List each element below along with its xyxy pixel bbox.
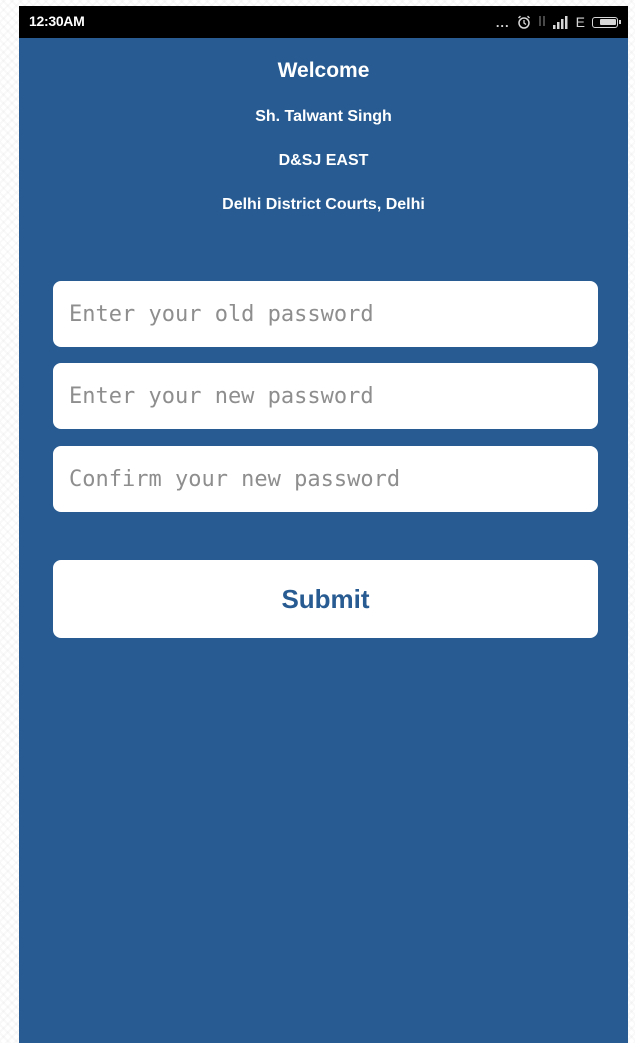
battery-icon [592, 16, 621, 28]
data-arrows-icon [538, 14, 546, 31]
signal-icon [552, 15, 569, 29]
user-name: Sh. Talwant Singh [255, 108, 392, 125]
court-name: Delhi District Courts, Delhi [222, 196, 425, 213]
user-designation: D&SJ EAST [278, 152, 369, 169]
submit-button[interactable]: Submit [53, 560, 598, 638]
welcome-heading: Welcome [277, 59, 370, 82]
notification-dots: ... [495, 14, 510, 30]
status-time: 12:30AM [29, 13, 85, 29]
new-password-field[interactable] [53, 363, 598, 429]
network-type: E [575, 14, 585, 30]
battery-fill [600, 18, 616, 25]
status-icons: ... E [495, 12, 621, 32]
old-password-field[interactable] [53, 281, 598, 347]
confirm-password-field[interactable] [53, 446, 598, 512]
app-screen: 12:30AM ... E Welcome Sh. Talwant Singh … [19, 6, 628, 1043]
status-bar: 12:30AM ... E [19, 6, 628, 38]
alarm-icon [517, 15, 531, 29]
